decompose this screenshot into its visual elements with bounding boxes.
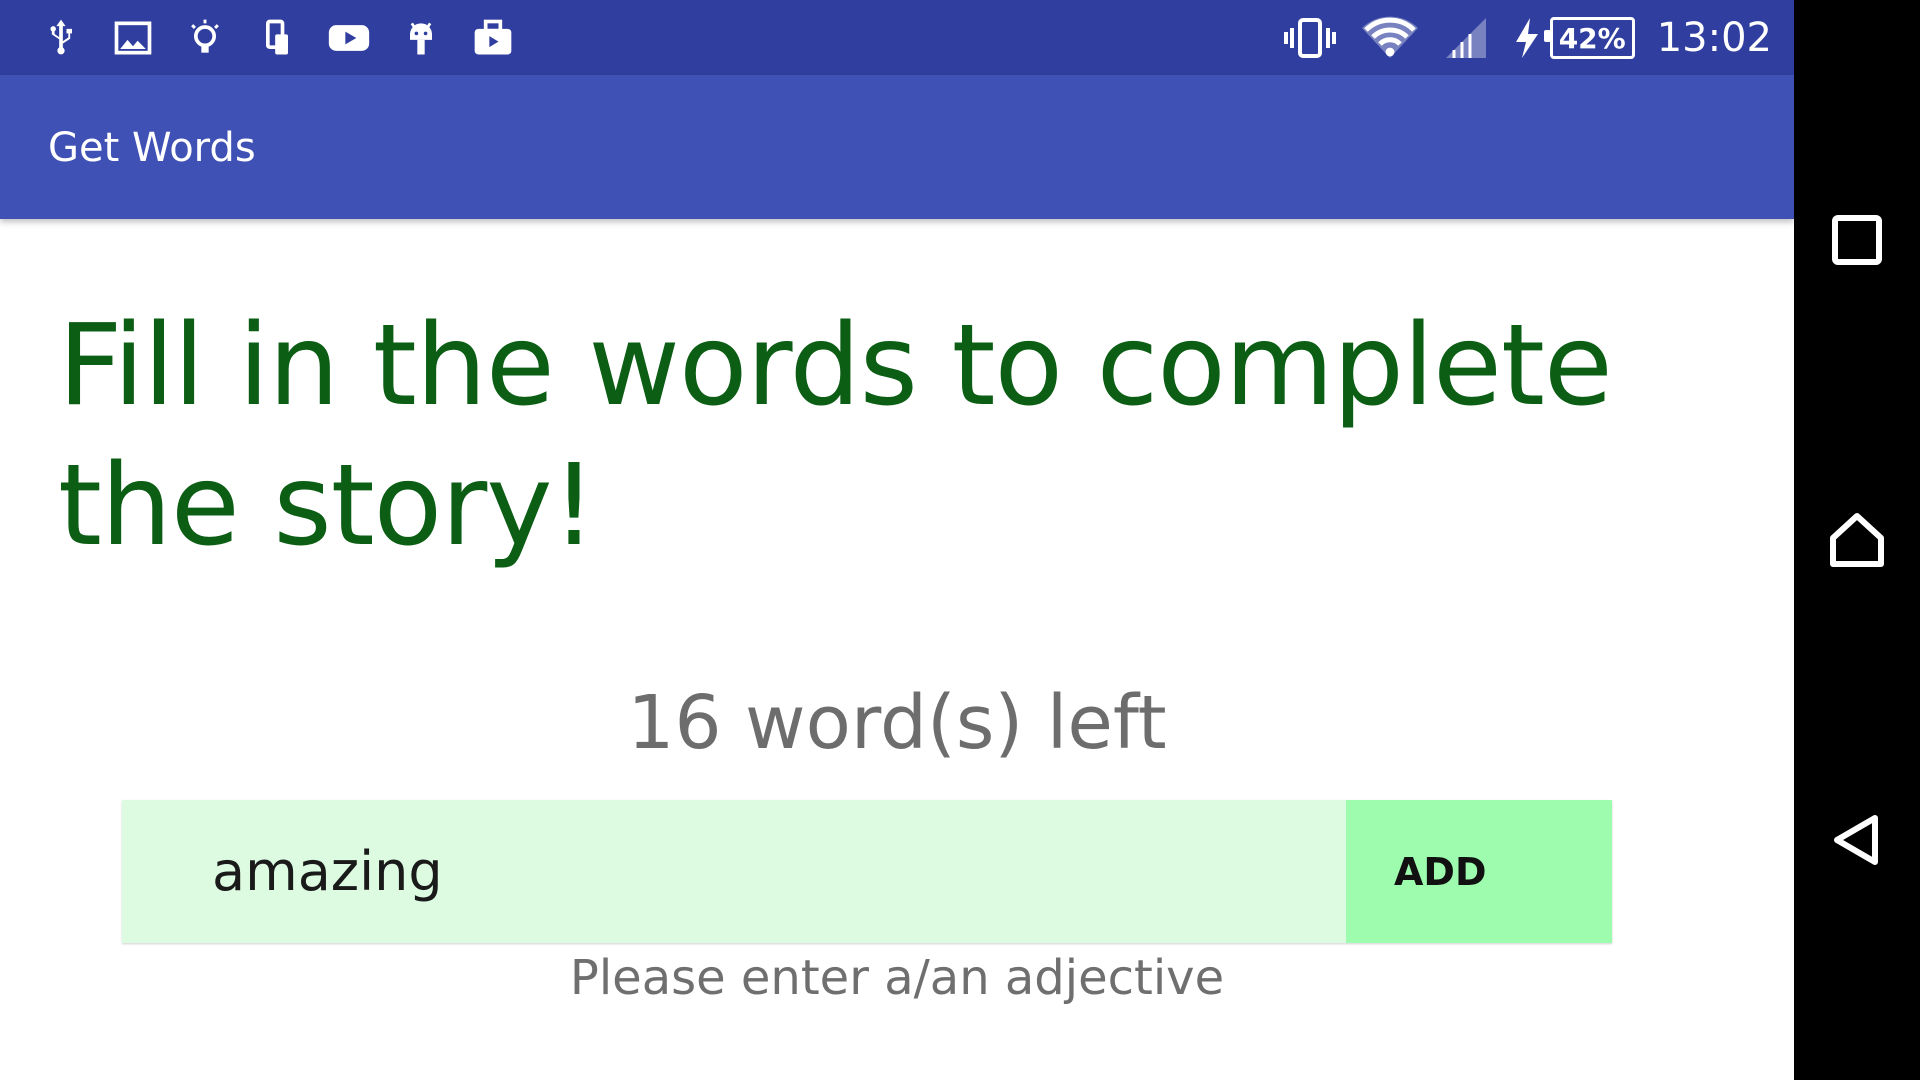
signal-icon <box>1442 14 1490 62</box>
app-bar: Get Words <box>0 75 1794 219</box>
phone-transfer-icon <box>252 14 302 62</box>
input-hint: Please enter a/an adjective <box>569 950 1225 1006</box>
briefcase-icon <box>468 14 518 62</box>
word-entry-row: ADD <box>122 800 1612 943</box>
android-icon <box>396 14 446 62</box>
app-title: Get Words <box>48 125 256 171</box>
usb-icon <box>36 14 86 62</box>
clock: 13:02 <box>1656 15 1772 61</box>
charging-icon <box>1512 16 1542 60</box>
vibrate-icon <box>1282 14 1338 62</box>
home-icon[interactable] <box>1827 510 1887 570</box>
system-indicators: 42% 13:02 <box>1282 10 1772 66</box>
wifi-icon <box>1360 14 1420 62</box>
add-button[interactable]: ADD <box>1346 800 1612 943</box>
words-left-counter: 16 word(s) left <box>627 680 1167 766</box>
page-heading: Fill in the words to complete the story! <box>58 301 1613 571</box>
notification-icons <box>36 14 518 62</box>
back-icon[interactable] <box>1827 810 1887 870</box>
lightbulb-icon <box>180 14 230 62</box>
navigation-bar <box>1794 0 1920 1080</box>
word-input[interactable] <box>122 800 1346 943</box>
image-icon <box>108 14 158 62</box>
battery-level: 42% <box>1543 17 1635 59</box>
youtube-icon <box>324 14 374 62</box>
status-bar: 42% 13:02 <box>0 0 1794 75</box>
recents-icon[interactable] <box>1827 210 1887 270</box>
